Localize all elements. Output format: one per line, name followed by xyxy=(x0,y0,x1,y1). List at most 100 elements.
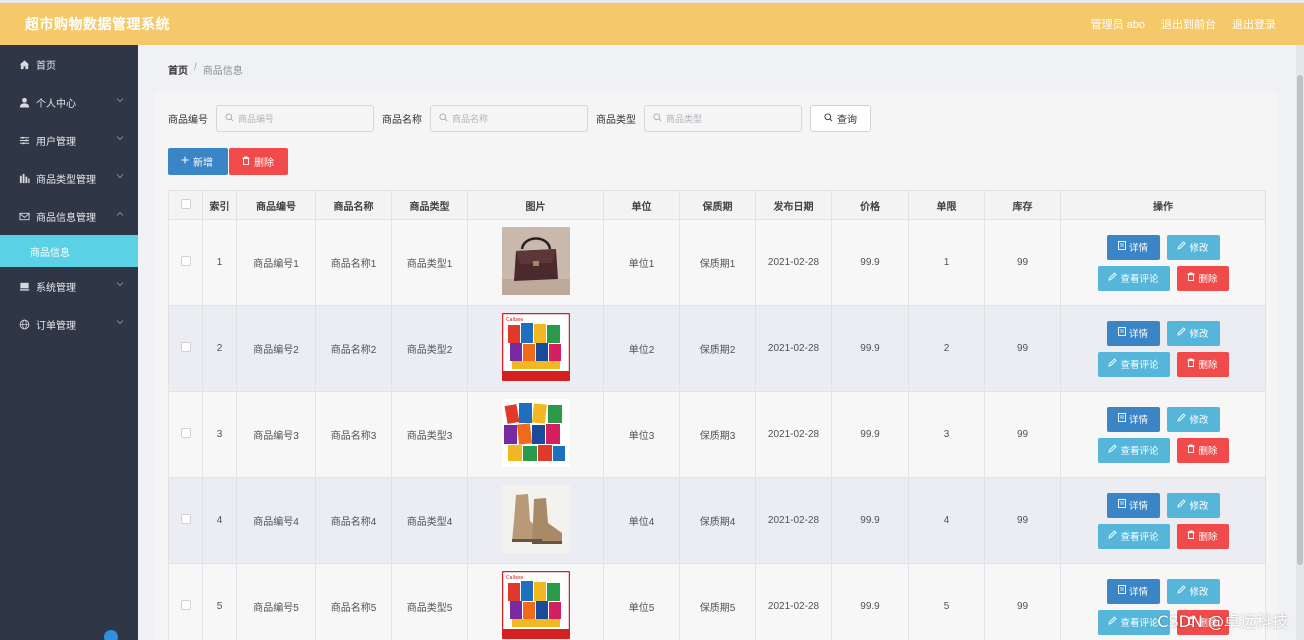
delete-button[interactable]: 删除 xyxy=(1176,265,1229,291)
sidebar-scroll-handle[interactable] xyxy=(104,630,118,640)
sidebar-item-label: 商品信息管理 xyxy=(36,212,96,224)
sidebar-item-label: 订单管理 xyxy=(36,320,76,332)
user-icon xyxy=(18,96,30,108)
select-all-checkbox[interactable] xyxy=(180,198,191,209)
drive-icon xyxy=(18,280,30,292)
detail-button[interactable]: 详情 xyxy=(1106,578,1160,604)
edit-button[interactable]: 修改 xyxy=(1166,578,1220,604)
table-row: 3 商品编号3 商品名称3 商品类型3 单位3 保质期3 2021-02-28 99.9 3 99… xyxy=(168,391,1266,478)
limit-cell: 3 xyxy=(908,391,985,478)
product-code-cell: 商品编号2 xyxy=(236,305,316,392)
view-comments-button[interactable]: 查看评论 xyxy=(1097,437,1170,463)
delete-label: 删除 xyxy=(1198,360,1218,371)
row-checkbox[interactable] xyxy=(180,342,191,352)
chevron-down-icon xyxy=(116,134,124,145)
delete-button[interactable]: 删除 xyxy=(1176,437,1229,463)
sidebar: 首页 个人中心 用户管理 商品类型管理 商品信息管理 商品信息 系统管理 订单管… xyxy=(0,45,138,640)
trash-icon xyxy=(1187,272,1195,284)
type-search-input[interactable] xyxy=(666,113,796,124)
product-name-cell: 商品名称1 xyxy=(315,219,392,306)
table-row: 4 商品编号4 商品名称4 商品类型4 单位4 保质期4 2021-02-28 99.9 4 99… xyxy=(168,477,1266,564)
detail-button[interactable]: 详情 xyxy=(1106,234,1160,260)
view-comments-button[interactable]: 查看评论 xyxy=(1097,265,1170,291)
table-row: 2 商品编号2 商品名称2 商品类型2 单位2 保质期2 2021-02-28 99.9 2 99… xyxy=(168,305,1266,392)
row-checkbox[interactable] xyxy=(180,428,191,438)
shelf-life-cell: 保质期2 xyxy=(679,305,756,392)
publish-date-cell: 2021-02-28 xyxy=(755,563,832,640)
delete-label: 删除 xyxy=(1198,446,1218,457)
column-header: 单限 xyxy=(908,190,985,220)
add-button[interactable]: 新增 xyxy=(168,148,228,175)
page-scrollbar[interactable] xyxy=(1296,45,1304,640)
code-input-wrapper xyxy=(216,105,374,132)
publish-date-cell: 2021-02-28 xyxy=(755,477,832,564)
sidebar-item-order-management[interactable]: 订单管理 xyxy=(0,305,138,343)
edit-button[interactable]: 修改 xyxy=(1166,320,1220,346)
image-cell xyxy=(467,477,604,564)
product-image[interactable] xyxy=(502,571,570,639)
product-name-cell: 商品名称2 xyxy=(315,305,392,392)
admin-name[interactable]: 管理员 abo xyxy=(1091,16,1145,32)
view-comments-button[interactable]: 查看评论 xyxy=(1097,523,1170,549)
sidebar-item-product-type-management[interactable]: 商品类型管理 xyxy=(0,159,138,197)
detail-label: 详情 xyxy=(1128,243,1148,254)
product-code-cell: 商品编号5 xyxy=(236,563,316,640)
column-header: 图片 xyxy=(467,190,604,220)
scrollbar-thumb[interactable] xyxy=(1297,75,1303,565)
row-checkbox[interactable] xyxy=(180,256,191,266)
sidebar-subitem-product-info[interactable]: 商品信息 xyxy=(0,235,138,267)
code-search-input[interactable] xyxy=(238,113,368,124)
image-cell xyxy=(467,305,604,392)
product-code-cell: 商品编号4 xyxy=(236,477,316,564)
trash-icon xyxy=(1187,444,1195,456)
column-header: 商品名称 xyxy=(315,190,392,220)
chevron-up-icon xyxy=(116,210,124,221)
bars-icon xyxy=(18,172,30,184)
query-button[interactable]: 查询 xyxy=(810,105,871,132)
bulk-delete-button[interactable]: 删除 xyxy=(229,148,288,175)
comment-label: 查看评论 xyxy=(1120,618,1159,629)
edit-button[interactable]: 修改 xyxy=(1166,492,1220,518)
sidebar-item-product-info-management[interactable]: 商品信息管理 xyxy=(0,197,138,235)
exit-to-front-link[interactable]: 退出到前台 xyxy=(1161,16,1216,32)
operations-cell: 详情 修改 查看评论 删除 xyxy=(1060,391,1266,478)
sidebar-item-profile[interactable]: 个人中心 xyxy=(0,83,138,121)
detail-button[interactable]: 详情 xyxy=(1106,406,1160,432)
price-cell: 99.9 xyxy=(831,477,909,564)
delete-button-label: 删除 xyxy=(254,158,274,169)
delete-button[interactable]: 删除 xyxy=(1176,351,1229,377)
product-image[interactable] xyxy=(502,485,570,553)
detail-button[interactable]: 详情 xyxy=(1106,320,1160,346)
operations-cell: 详情 修改 查看评论 删除 xyxy=(1060,477,1266,564)
product-image[interactable] xyxy=(502,399,570,467)
sidebar-item-home[interactable]: 首页 xyxy=(0,45,138,83)
sidebar-item-system-management[interactable]: 系统管理 xyxy=(0,267,138,305)
view-comments-button[interactable]: 查看评论 xyxy=(1097,351,1170,377)
row-checkbox[interactable] xyxy=(180,514,191,524)
content-panel: 商品编号 商品名称 商品类型 查询 新增 xyxy=(154,92,1278,640)
sidebar-item-user-management[interactable]: 用户管理 xyxy=(0,121,138,159)
watermark: CSDN @卓远科技 xyxy=(1157,612,1288,631)
detail-button[interactable]: 详情 xyxy=(1106,492,1160,518)
row-index-cell: 4 xyxy=(202,477,237,564)
stock-cell: 99 xyxy=(984,563,1061,640)
row-select-cell xyxy=(168,477,203,564)
breadcrumb-home[interactable]: 首页 xyxy=(168,62,188,77)
product-code-cell: 商品编号1 xyxy=(236,219,316,306)
delete-button[interactable]: 删除 xyxy=(1176,523,1229,549)
logout-link[interactable]: 退出登录 xyxy=(1232,16,1276,32)
operations-cell: 详情 修改 查看评论 删除 xyxy=(1060,219,1266,306)
detail-label: 详情 xyxy=(1128,415,1148,426)
publish-date-cell: 2021-02-28 xyxy=(755,305,832,392)
column-header: 发布日期 xyxy=(755,190,832,220)
type-label: 商品类型 xyxy=(596,115,636,126)
edit-icon xyxy=(1108,530,1118,542)
product-image[interactable] xyxy=(502,227,570,295)
edit-button[interactable]: 修改 xyxy=(1166,406,1220,432)
limit-cell: 4 xyxy=(908,477,985,564)
name-search-input[interactable] xyxy=(452,113,582,124)
row-checkbox[interactable] xyxy=(180,600,191,610)
column-header: 价格 xyxy=(831,190,909,220)
edit-button[interactable]: 修改 xyxy=(1166,234,1220,260)
product-image[interactable] xyxy=(502,313,570,381)
